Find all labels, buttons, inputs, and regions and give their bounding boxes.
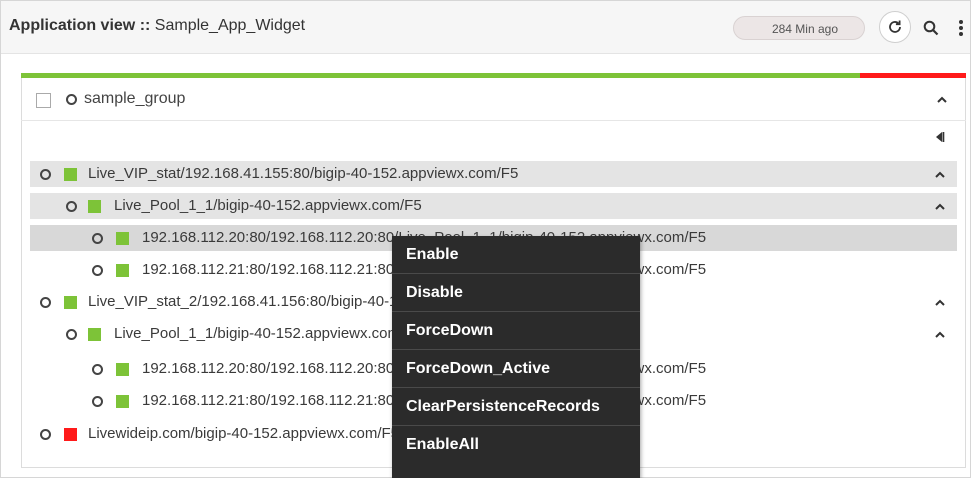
- row-radio-icon[interactable]: [92, 396, 103, 407]
- status-up-icon: [116, 264, 129, 277]
- row-label: Livewideip.com/bigip-40-152.appviewx.com…: [88, 425, 399, 442]
- menu-item-clear-persistence[interactable]: ClearPersistenceRecords: [392, 388, 640, 426]
- menu-item-enable[interactable]: Enable: [392, 236, 640, 274]
- chevron-up-icon[interactable]: [935, 92, 949, 106]
- status-up-icon: [64, 168, 77, 181]
- widget-header: Application view :: Sample_App_Widget 28…: [1, 1, 970, 54]
- last-updated-badge: 284 Min ago: [733, 16, 865, 40]
- row-label: Live_Pool_1_1/bigip-40-152.appviewx.com/…: [114, 197, 422, 214]
- chevron-up-icon[interactable]: [933, 295, 947, 309]
- chevron-up-icon[interactable]: [933, 327, 947, 341]
- more-options-icon[interactable]: [955, 16, 967, 40]
- status-up-icon: [116, 363, 129, 376]
- group-label: sample_group: [84, 90, 186, 107]
- row-radio-icon[interactable]: [92, 233, 103, 244]
- row-label: Live_Pool_1_1/bigip-40-152.appviewx.com/…: [114, 325, 422, 342]
- widget-title: Application view :: Sample_App_Widget: [9, 17, 305, 35]
- chevron-up-icon[interactable]: [933, 199, 947, 213]
- status-down-icon: [64, 428, 77, 441]
- menu-item-enable-all[interactable]: EnableAll: [392, 426, 640, 464]
- row-radio-icon[interactable]: [92, 364, 103, 375]
- row-label: Live_VIP_stat/192.168.41.155:80/bigip-40…: [88, 165, 519, 182]
- tree-row[interactable]: Live_Pool_1_1/bigip-40-152.appviewx.com/…: [30, 193, 957, 219]
- chevron-up-icon[interactable]: [933, 167, 947, 181]
- tree-row[interactable]: Live_VIP_stat/192.168.41.155:80/bigip-40…: [30, 161, 957, 187]
- title-prefix: Application view ::: [9, 17, 155, 34]
- status-up-icon: [116, 395, 129, 408]
- group-header-row[interactable]: sample_group: [21, 78, 966, 121]
- row-radio-icon[interactable]: [66, 201, 77, 212]
- refresh-icon: [889, 20, 901, 33]
- status-up-icon: [64, 296, 77, 309]
- app-name: Sample_App_Widget: [154, 17, 306, 34]
- menu-item-disable[interactable]: Disable: [392, 274, 640, 312]
- search-button[interactable]: [921, 18, 941, 38]
- search-icon: [923, 20, 939, 36]
- row-radio-icon[interactable]: [40, 297, 51, 308]
- collapse-left-icon[interactable]: [933, 131, 945, 143]
- status-up-icon: [88, 200, 101, 213]
- refresh-button[interactable]: [879, 11, 911, 43]
- menu-item-forcedown[interactable]: ForceDown: [392, 312, 640, 350]
- row-radio-icon[interactable]: [66, 329, 77, 340]
- context-menu: Enable Disable ForceDown ForceDown_Activ…: [392, 236, 640, 478]
- row-radio-icon[interactable]: [40, 169, 51, 180]
- status-up-icon: [88, 328, 101, 341]
- status-up-icon: [116, 232, 129, 245]
- row-radio-icon[interactable]: [92, 265, 103, 276]
- menu-item-forcedown-active[interactable]: ForceDown_Active: [392, 350, 640, 388]
- row-radio-icon[interactable]: [40, 429, 51, 440]
- group-checkbox[interactable]: [36, 93, 51, 108]
- group-radio-icon[interactable]: [66, 94, 77, 105]
